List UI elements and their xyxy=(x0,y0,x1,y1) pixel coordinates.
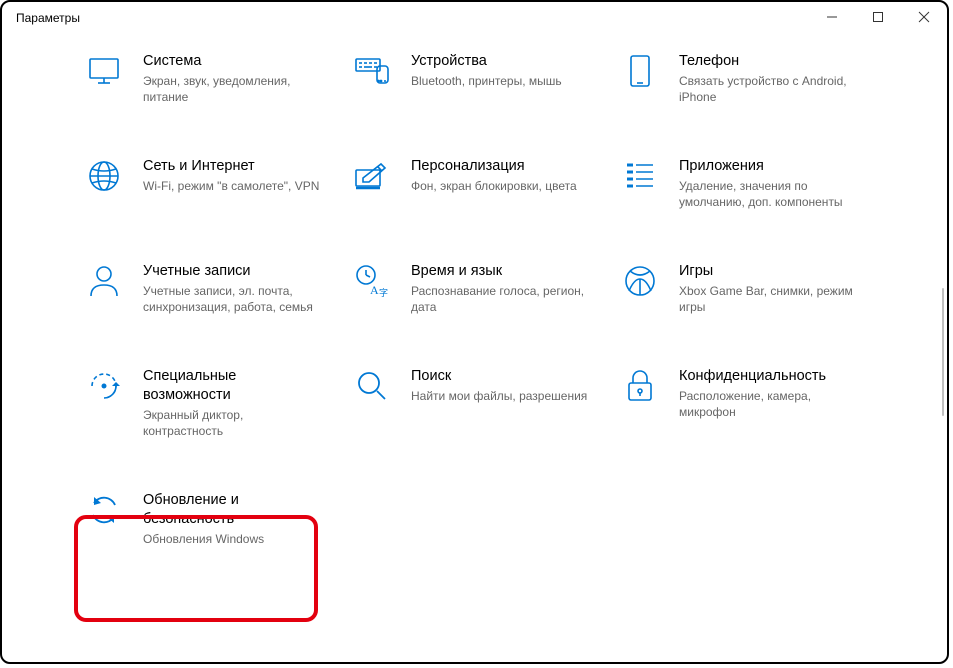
tile-title: Обновление и безопасность xyxy=(143,491,323,529)
tile-subtitle: Фон, экран блокировки, цвета xyxy=(411,178,577,194)
tile-gaming[interactable]: Игры Xbox Game Bar, снимки, режим игры xyxy=(623,262,891,315)
network-icon xyxy=(87,159,121,193)
tile-subtitle: Связать устройство с Android, iPhone xyxy=(679,73,859,105)
tile-title: Поиск xyxy=(411,367,587,386)
tiles-grid: Система Экран, звук, уведомления, питани… xyxy=(87,52,917,599)
tile-subtitle: Экран, звук, уведомления, питание xyxy=(143,73,323,105)
tile-phone[interactable]: Телефон Связать устройство с Android, iP… xyxy=(623,52,891,105)
settings-window: Параметры xyxy=(0,0,949,664)
svg-text:字: 字 xyxy=(379,287,388,298)
tile-title: Конфиденциальность xyxy=(679,367,859,386)
tile-subtitle: Найти мои файлы, разрешения xyxy=(411,388,587,404)
close-button[interactable] xyxy=(901,2,947,32)
tile-time[interactable]: A 字 Время и язык Распознавание голоса, р… xyxy=(355,262,623,315)
window-title: Параметры xyxy=(16,11,80,25)
apps-icon xyxy=(623,159,657,193)
tile-title: Система xyxy=(143,52,323,71)
personalization-icon xyxy=(355,159,389,193)
tile-title: Сеть и Интернет xyxy=(143,157,319,176)
tile-accessibility[interactable]: Специальные возможности Экранный диктор,… xyxy=(87,367,355,439)
scrollbar[interactable] xyxy=(940,34,944,657)
tile-apps[interactable]: Приложения Удаление, значения по умолчан… xyxy=(623,157,891,210)
tile-title: Приложения xyxy=(679,157,859,176)
accessibility-icon xyxy=(87,369,121,403)
tile-title: Игры xyxy=(679,262,859,281)
tile-personalization[interactable]: Персонализация Фон, экран блокировки, цв… xyxy=(355,157,623,210)
search-icon xyxy=(355,369,389,403)
scroll-thumb[interactable] xyxy=(942,288,944,416)
minimize-button[interactable] xyxy=(809,2,855,32)
phone-icon xyxy=(623,54,657,88)
tile-subtitle: Обновления Windows xyxy=(143,531,323,547)
tile-title: Устройства xyxy=(411,52,562,71)
tile-network[interactable]: Сеть и Интернет Wi-Fi, режим "в самолете… xyxy=(87,157,355,210)
privacy-icon xyxy=(623,369,657,403)
devices-icon xyxy=(355,54,389,88)
svg-text:A: A xyxy=(370,283,379,297)
tile-devices[interactable]: Устройства Bluetooth, принтеры, мышь xyxy=(355,52,623,105)
tile-accounts[interactable]: Учетные записи Учетные записи, эл. почта… xyxy=(87,262,355,315)
tile-title: Персонализация xyxy=(411,157,577,176)
tile-privacy[interactable]: Конфиденциальность Расположение, камера,… xyxy=(623,367,891,439)
tile-title: Время и язык xyxy=(411,262,591,281)
gaming-icon xyxy=(623,264,657,298)
tile-subtitle: Xbox Game Bar, снимки, режим игры xyxy=(679,283,859,315)
tile-subtitle: Bluetooth, принтеры, мышь xyxy=(411,73,562,89)
titlebar: Параметры xyxy=(2,2,947,34)
tile-subtitle: Расположение, камера, микрофон xyxy=(679,388,859,420)
system-icon xyxy=(87,54,121,88)
update-icon xyxy=(87,493,121,527)
maximize-button[interactable] xyxy=(855,2,901,32)
tile-subtitle: Учетные записи, эл. почта, синхронизация… xyxy=(143,283,323,315)
tile-title: Телефон xyxy=(679,52,859,71)
tile-title: Учетные записи xyxy=(143,262,323,281)
time-icon: A 字 xyxy=(355,264,389,298)
tile-subtitle: Распознавание голоса, регион, дата xyxy=(411,283,591,315)
tile-subtitle: Экранный диктор, контрастность xyxy=(143,407,323,439)
tile-subtitle: Удаление, значения по умолчанию, доп. ко… xyxy=(679,178,859,210)
tile-system[interactable]: Система Экран, звук, уведомления, питани… xyxy=(87,52,355,105)
tile-search[interactable]: Поиск Найти мои файлы, разрешения xyxy=(355,367,623,439)
tile-title: Специальные возможности xyxy=(143,367,323,405)
tile-update[interactable]: Обновление и безопасность Обновления Win… xyxy=(87,491,355,547)
window-controls xyxy=(809,2,947,34)
tile-subtitle: Wi-Fi, режим "в самолете", VPN xyxy=(143,178,319,194)
accounts-icon xyxy=(87,264,121,298)
content-area: Система Экран, звук, уведомления, питани… xyxy=(2,34,947,662)
